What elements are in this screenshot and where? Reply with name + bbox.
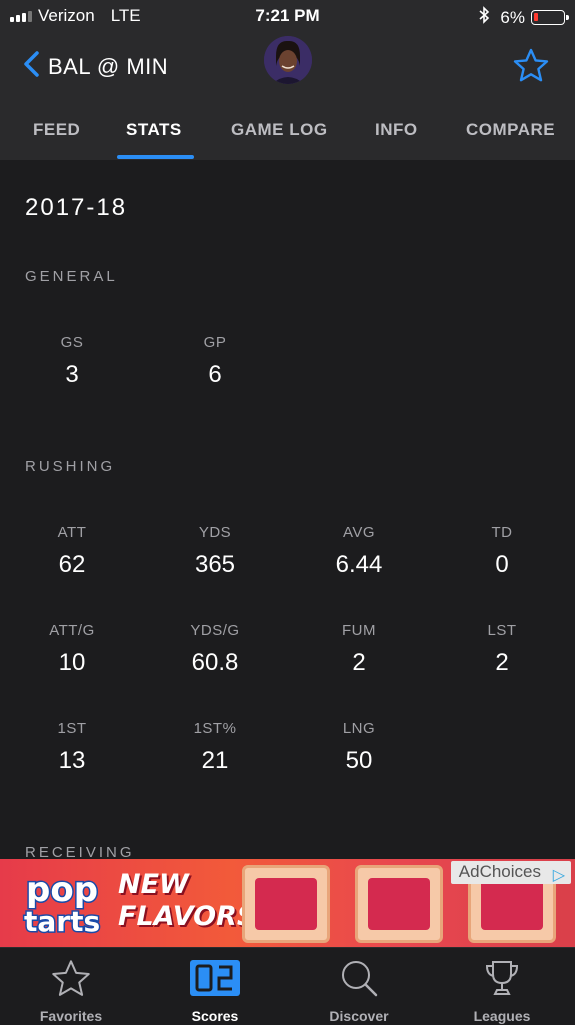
stat-value: 21 (201, 747, 229, 774)
active-tab-indicator (117, 155, 194, 159)
trophy-icon (447, 956, 557, 1000)
stat-value: 0 (495, 551, 509, 578)
stat-value: 365 (194, 551, 236, 578)
stat-att-per-game: ATT/G 10 (22, 622, 122, 677)
stat-value: 13 (58, 747, 86, 774)
stat-label: GS (60, 334, 84, 351)
battery-percent: 6% (500, 7, 525, 27)
stat-label: 1ST (57, 720, 87, 737)
stat-label: AVG (342, 524, 376, 541)
stat-value: 2 (352, 649, 366, 676)
tabbar-favorites[interactable]: Favorites (16, 956, 126, 1024)
stat-value: 3 (65, 361, 79, 388)
tabbar-discover[interactable]: Discover (304, 956, 414, 1024)
svg-text:pop: pop (26, 870, 98, 910)
stat-value: 10 (58, 649, 86, 676)
tab-strip: FEED STATS GAME LOG INFO COMPARE (0, 110, 575, 160)
stat-value: 50 (345, 747, 373, 774)
stat-lst: LST 2 (452, 622, 552, 677)
tab-game-log[interactable]: GAME LOG (231, 120, 328, 140)
star-icon (513, 48, 549, 86)
stat-label: TD (491, 524, 513, 541)
section-title-general: GENERAL (25, 268, 118, 285)
tabbar-label: Scores (191, 1008, 239, 1024)
tabbar-scores[interactable]: Scores (160, 956, 270, 1024)
stat-label: LNG (342, 720, 376, 737)
section-title-rushing: RUSHING (25, 458, 116, 475)
favorite-star-button[interactable] (513, 48, 549, 87)
tabbar-label: Leagues (473, 1008, 531, 1024)
tabbar-leagues[interactable]: Leagues (447, 956, 557, 1024)
stat-value: 2 (495, 649, 509, 676)
adchoices-label: AdChoices (458, 862, 541, 881)
stat-label: ATT/G (49, 622, 95, 639)
stats-content[interactable]: 2017-18 GENERAL GS 3 GP 6 RUSHING ATT 62… (0, 160, 575, 860)
chevron-left-icon (22, 50, 40, 83)
section-title-receiving: RECEIVING (25, 844, 135, 860)
stat-avg: AVG 6.44 (309, 524, 409, 579)
stat-value: 6.44 (335, 551, 383, 578)
stat-att: ATT 62 (22, 524, 122, 579)
star-icon (16, 956, 126, 1000)
ad-banner[interactable]: pop tarts NEW FLAVORS! AdChoices ▷ (0, 859, 575, 947)
search-icon (304, 956, 414, 1000)
status-right: 6% (478, 6, 569, 29)
tab-feed[interactable]: FEED (33, 120, 80, 140)
player-avatar (264, 36, 312, 84)
stat-value: 62 (58, 551, 86, 578)
stat-yds-per-game: YDS/G 60.8 (165, 622, 265, 677)
svg-text:tarts: tarts (24, 905, 100, 938)
bottom-tab-bar: Favorites Scores Discover Leagues (0, 947, 575, 1025)
stat-label: 1ST% (193, 720, 237, 737)
stat-label: GP (203, 334, 227, 351)
stat-label: YDS (198, 524, 232, 541)
tart-image (355, 865, 443, 943)
stat-gp: GP 6 (165, 334, 265, 389)
adchoices-button[interactable]: AdChoices ▷ (450, 861, 571, 884)
stat-first-downs: 1ST 13 (22, 720, 122, 775)
stat-value: 60.8 (191, 649, 239, 676)
tab-stats[interactable]: STATS (126, 120, 182, 140)
scores-icon (160, 956, 270, 1000)
stat-fum: FUM 2 (309, 622, 409, 677)
back-label: BAL @ MIN (48, 53, 169, 79)
bluetooth-icon (478, 6, 490, 29)
season-label: 2017-18 (25, 194, 128, 221)
stat-gs: GS 3 (22, 334, 122, 389)
tab-compare[interactable]: COMPARE (466, 120, 555, 140)
adchoices-icon: ▷ (552, 867, 565, 884)
tab-info[interactable]: INFO (375, 120, 418, 140)
stat-label: LST (487, 622, 517, 639)
stat-label: ATT (57, 524, 87, 541)
stat-label: YDS/G (190, 622, 240, 639)
status-bar: Verizon LTE 7:21 PM 6% (0, 0, 575, 32)
stat-first-down-pct: 1ST% 21 (165, 720, 265, 775)
game-header: BAL @ MIN FEED STATS GAME LOG INFO COMPA… (0, 32, 575, 160)
tart-image (242, 865, 330, 943)
tabbar-label: Favorites (39, 1008, 103, 1024)
stat-label: FUM (342, 622, 376, 639)
back-button[interactable]: BAL @ MIN (22, 50, 168, 83)
pop-tarts-logo: pop tarts (18, 867, 118, 940)
tabbar-label: Discover (329, 1008, 389, 1024)
stat-lng: LNG 50 (309, 720, 409, 775)
stat-value: 6 (208, 361, 222, 388)
stat-yds: YDS 365 (165, 524, 265, 579)
stat-td: TD 0 (452, 524, 552, 579)
battery-icon (531, 10, 569, 25)
